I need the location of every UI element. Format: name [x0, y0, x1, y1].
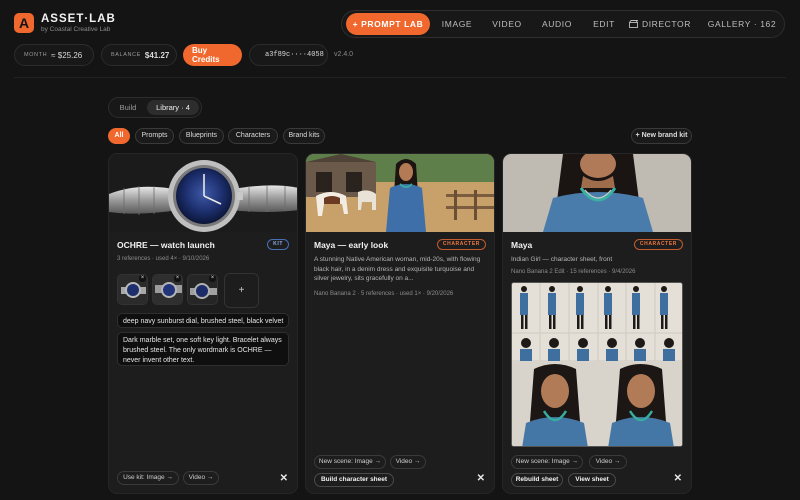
header-divider [14, 77, 786, 78]
close-icon[interactable]: ✕ [477, 473, 485, 484]
main-nav: + PROMPT LAB IMAGE VIDEO AUDIO EDIT DIRE… [341, 10, 785, 38]
session-id[interactable]: a3f89c····4058 [249, 44, 328, 66]
character-badge: CHARACTER [436, 239, 486, 250]
nav-audio[interactable]: AUDIO [536, 11, 578, 37]
maya-ranch-image [306, 154, 494, 232]
card-description: A stunning Native American woman, mid-20… [314, 256, 481, 282]
notes-textarea[interactable]: Dark marble set, one soft key light. Bra… [117, 332, 289, 366]
nav-director-label: DIRECTOR [641, 19, 692, 29]
close-icon[interactable]: ✕ [280, 473, 288, 484]
month-value: ≈ $25.26 [51, 50, 83, 60]
balance-label: BALANCE [111, 52, 141, 58]
filter-all[interactable]: All [108, 128, 130, 144]
card-meta: 3 references · used 4× · 9/10/2026 [117, 256, 210, 262]
reference-thumb-1[interactable]: × [117, 274, 148, 305]
card-description: Indian Girl — character sheet, front [511, 256, 613, 263]
library-card-maya-early[interactable]: Maya — early look CHARACTER A stunning N… [305, 153, 495, 494]
nav-image[interactable]: IMAGE [436, 11, 478, 37]
nav-gallery[interactable]: GALLERY · 162 [702, 11, 782, 37]
nav-video[interactable]: VIDEO [486, 11, 528, 37]
new-scene-image-button[interactable]: New scene: Image → [314, 455, 386, 469]
app-subtitle: by Coastal Creative Lab [41, 26, 111, 33]
tab-build[interactable]: Build [112, 100, 144, 115]
balance: BALANCE $41.27 [101, 44, 177, 66]
clapper-icon [629, 20, 638, 28]
remove-thumb-icon[interactable]: × [174, 275, 181, 282]
library-card-ochre[interactable]: OCHRE — watch launch KIT 3 references · … [108, 153, 298, 494]
filter-blueprints[interactable]: Blueprints [179, 128, 224, 144]
reference-thumb-3[interactable]: × [187, 274, 218, 305]
style-input[interactable]: deep navy sunburst dial, brushed steel, … [117, 313, 289, 328]
maya-portrait-image [503, 154, 691, 232]
remove-thumb-icon[interactable]: × [139, 275, 146, 282]
filter-brand-kits[interactable]: Brand kits [283, 128, 325, 144]
tab-library[interactable]: Library · 4 [147, 100, 199, 115]
nav-director[interactable]: DIRECTOR [628, 11, 692, 37]
new-scene-image-button[interactable]: New scene: Image → [511, 455, 583, 469]
reference-thumb-2[interactable]: × [152, 274, 183, 305]
app-logo[interactable]: A ASSET·LAB by Coastal Creative Lab [14, 13, 116, 33]
logo-mark-icon: A [14, 13, 34, 33]
close-icon[interactable]: ✕ [674, 473, 682, 484]
new-brand-kit-button[interactable]: + New brand kit [631, 128, 692, 144]
nav-prompt-lab[interactable]: + PROMPT LAB [346, 13, 430, 35]
new-scene-video-button[interactable]: Video → [589, 455, 627, 469]
card-title: Maya [511, 240, 533, 250]
build-character-sheet-button[interactable]: Build character sheet [314, 473, 394, 487]
nav-edit[interactable]: EDIT [586, 11, 622, 37]
status-bar: MONTH ≈ $25.26 BALANCE $41.27 Buy Credit… [0, 44, 800, 68]
card-title: OCHRE — watch launch [117, 240, 215, 250]
session-id-value: a3f89c····4058 [265, 51, 324, 59]
buy-credits-button[interactable]: Buy Credits [183, 44, 242, 66]
logo-text: ASSET·LAB by Coastal Creative Lab [41, 13, 116, 33]
use-kit-video-button[interactable]: Video → [183, 471, 219, 485]
top-bar: A ASSET·LAB by Coastal Creative Lab + PR… [0, 0, 800, 48]
filter-prompts[interactable]: Prompts [135, 128, 174, 144]
month-spend: MONTH ≈ $25.26 [14, 44, 94, 66]
app-version: v2.4.0 [334, 51, 354, 58]
filter-characters[interactable]: Characters [228, 128, 278, 144]
character-sheet-image[interactable] [511, 282, 683, 447]
balance-value: $41.27 [144, 50, 170, 60]
view-toggle: Build Library · 4 [108, 97, 202, 118]
card-title: Maya — early look [314, 240, 389, 250]
card-meta: Nano Banana 2 · 5 references · used 1× ·… [314, 291, 454, 297]
rebuild-sheet-button[interactable]: Rebuild sheet [511, 473, 563, 487]
character-badge: CHARACTER [633, 239, 683, 250]
add-reference-button[interactable]: + [224, 273, 259, 308]
remove-thumb-icon[interactable]: × [209, 275, 216, 282]
view-sheet-button[interactable]: View sheet [568, 473, 616, 487]
kit-badge: KIT [267, 239, 289, 250]
library-card-maya[interactable]: Maya CHARACTER Indian Girl — character s… [502, 153, 692, 494]
month-label: MONTH [24, 52, 48, 58]
use-kit-image-button[interactable]: Use kit: Image → [117, 471, 179, 485]
card-meta: Nano Banana 2 Edit · 15 references · 9/4… [511, 269, 636, 275]
watch-image [109, 154, 297, 232]
new-scene-video-button[interactable]: Video → [390, 455, 426, 469]
app-title: ASSET·LAB [41, 13, 116, 25]
